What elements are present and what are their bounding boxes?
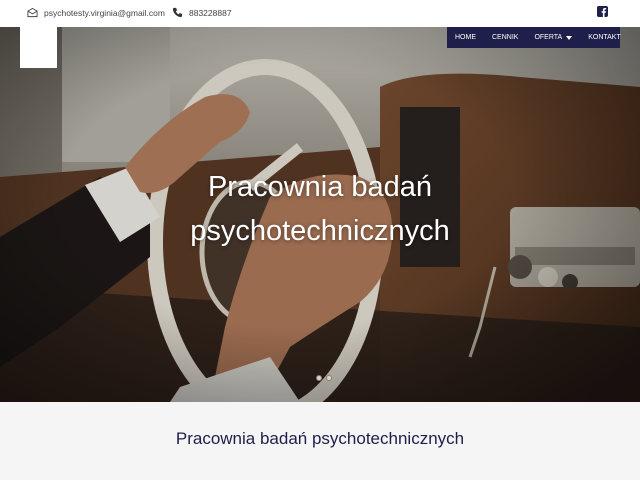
main-navigation: HOME CENNIK OFERTA KONTAKT: [447, 27, 621, 48]
slider-dot-2[interactable]: [326, 375, 332, 381]
site-logo[interactable]: [20, 27, 57, 68]
envelope-icon: [27, 7, 38, 18]
intro-section: Pracownia badań psychotechnicznych: [0, 402, 640, 480]
email-text: psychotesty.virginia@gmail.com: [44, 7, 165, 18]
nav-item-label: HOME: [455, 34, 476, 41]
facebook-icon[interactable]: [597, 6, 608, 17]
nav-item-oferta[interactable]: OFERTA: [526, 27, 580, 48]
caret-down-icon: [566, 35, 573, 40]
nav-item-kontakt[interactable]: KONTAKT: [580, 27, 629, 48]
hero-title-line-1: Pracownia badań: [207, 171, 433, 203]
phone-text: 883228887: [189, 7, 232, 18]
section-title: Pracownia badań psychotechnicznych: [175, 429, 465, 448]
phone-icon: [172, 7, 183, 18]
hero-slider: HOME CENNIK OFERTA KONTAKT Pracownia bad…: [0, 27, 640, 402]
contact-phone[interactable]: 883228887: [172, 7, 232, 18]
nav-item-cennik[interactable]: CENNIK: [484, 27, 526, 48]
contact-email[interactable]: psychotesty.virginia@gmail.com: [27, 7, 165, 18]
nav-item-label: KONTAKT: [588, 34, 621, 41]
top-bar: psychotesty.virginia@gmail.com 883228887: [0, 0, 640, 27]
slider-dot-1[interactable]: [316, 375, 322, 381]
nav-item-label: OFERTA: [534, 34, 563, 41]
hero-title: Pracownia badań psychotechnicznych: [0, 165, 640, 253]
nav-item-label: CENNIK: [492, 34, 519, 41]
nav-item-home[interactable]: HOME: [447, 27, 484, 48]
slider-pagination: [316, 375, 332, 381]
hero-title-line-2: psychotechnicznych: [190, 215, 450, 247]
